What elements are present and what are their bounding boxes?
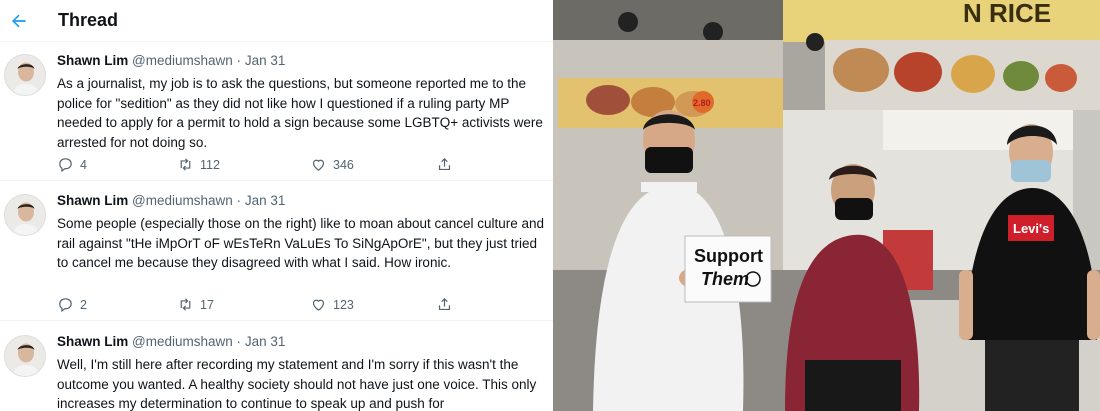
author-name[interactable]: Shawn Lim (57, 53, 128, 68)
reply-count: 4 (80, 157, 87, 172)
share-button[interactable] (436, 296, 453, 313)
author-handle[interactable]: @mediumshawn (132, 193, 233, 208)
author-handle[interactable]: @mediumshawn (132, 53, 233, 68)
like-button[interactable]: 123 (310, 296, 436, 313)
like-count: 123 (333, 297, 354, 312)
tweet-text: Well, I'm still here after recording my … (57, 357, 537, 411)
separator: · (236, 193, 242, 208)
tweet-date[interactable]: Jan 31 (245, 193, 286, 208)
reply-icon (59, 298, 72, 313)
reply-icon (59, 158, 72, 173)
like-button[interactable]: 346 (310, 156, 436, 173)
avatar[interactable] (4, 335, 46, 377)
author-handle[interactable]: @mediumshawn (132, 334, 233, 349)
divider (0, 180, 553, 181)
retweet-button[interactable]: 17 (177, 296, 310, 313)
page-title: Thread (58, 10, 119, 30)
retweet-button[interactable]: 112 (177, 156, 310, 173)
sign-line-2: Them (701, 269, 749, 289)
share-icon (438, 157, 451, 171)
reply-button[interactable]: 2 (57, 296, 177, 313)
heart-icon (312, 159, 325, 171)
heart-icon (312, 299, 325, 311)
separator: · (236, 53, 242, 68)
tweet-date[interactable]: Jan 31 (245, 334, 286, 349)
twitter-thread-panel: Thread Shawn Lim @mediumshawn · Jan 31 A… (0, 0, 553, 411)
stall-sign-text: N RICE (963, 0, 1051, 28)
like-count: 346 (333, 157, 354, 172)
reply-button[interactable]: 4 (57, 156, 177, 173)
retweet-icon (180, 298, 191, 311)
support-sign: Support Them (684, 235, 772, 303)
tweet-text: As a journalist, my job is to ask the qu… (57, 76, 543, 150)
author-name[interactable]: Shawn Lim (57, 334, 128, 349)
retweet-icon (180, 158, 191, 171)
share-icon (438, 297, 451, 311)
stall-photo: N RICE 2.80 Support Them Levi's (553, 0, 1100, 411)
separator: · (236, 334, 242, 349)
menu-badge: 2.80 (693, 98, 711, 108)
tweet-date[interactable]: Jan 31 (245, 53, 286, 68)
reply-count: 2 (80, 297, 87, 312)
levis-logo-text: Levi's (1013, 221, 1049, 236)
thread-header: Thread (0, 0, 553, 42)
retweet-count: 17 (200, 297, 214, 312)
sign-line-1: Support (694, 246, 763, 266)
author-name[interactable]: Shawn Lim (57, 193, 128, 208)
avatar[interactable] (4, 194, 46, 236)
divider (0, 320, 553, 321)
tweet-text: Some people (especially those on the rig… (57, 216, 545, 270)
avatar[interactable] (4, 54, 46, 96)
photo-illustration: N RICE 2.80 Support Them Levi's (553, 0, 1100, 411)
back-arrow-icon[interactable] (8, 10, 30, 32)
share-button[interactable] (436, 156, 453, 173)
retweet-count: 112 (200, 157, 220, 172)
